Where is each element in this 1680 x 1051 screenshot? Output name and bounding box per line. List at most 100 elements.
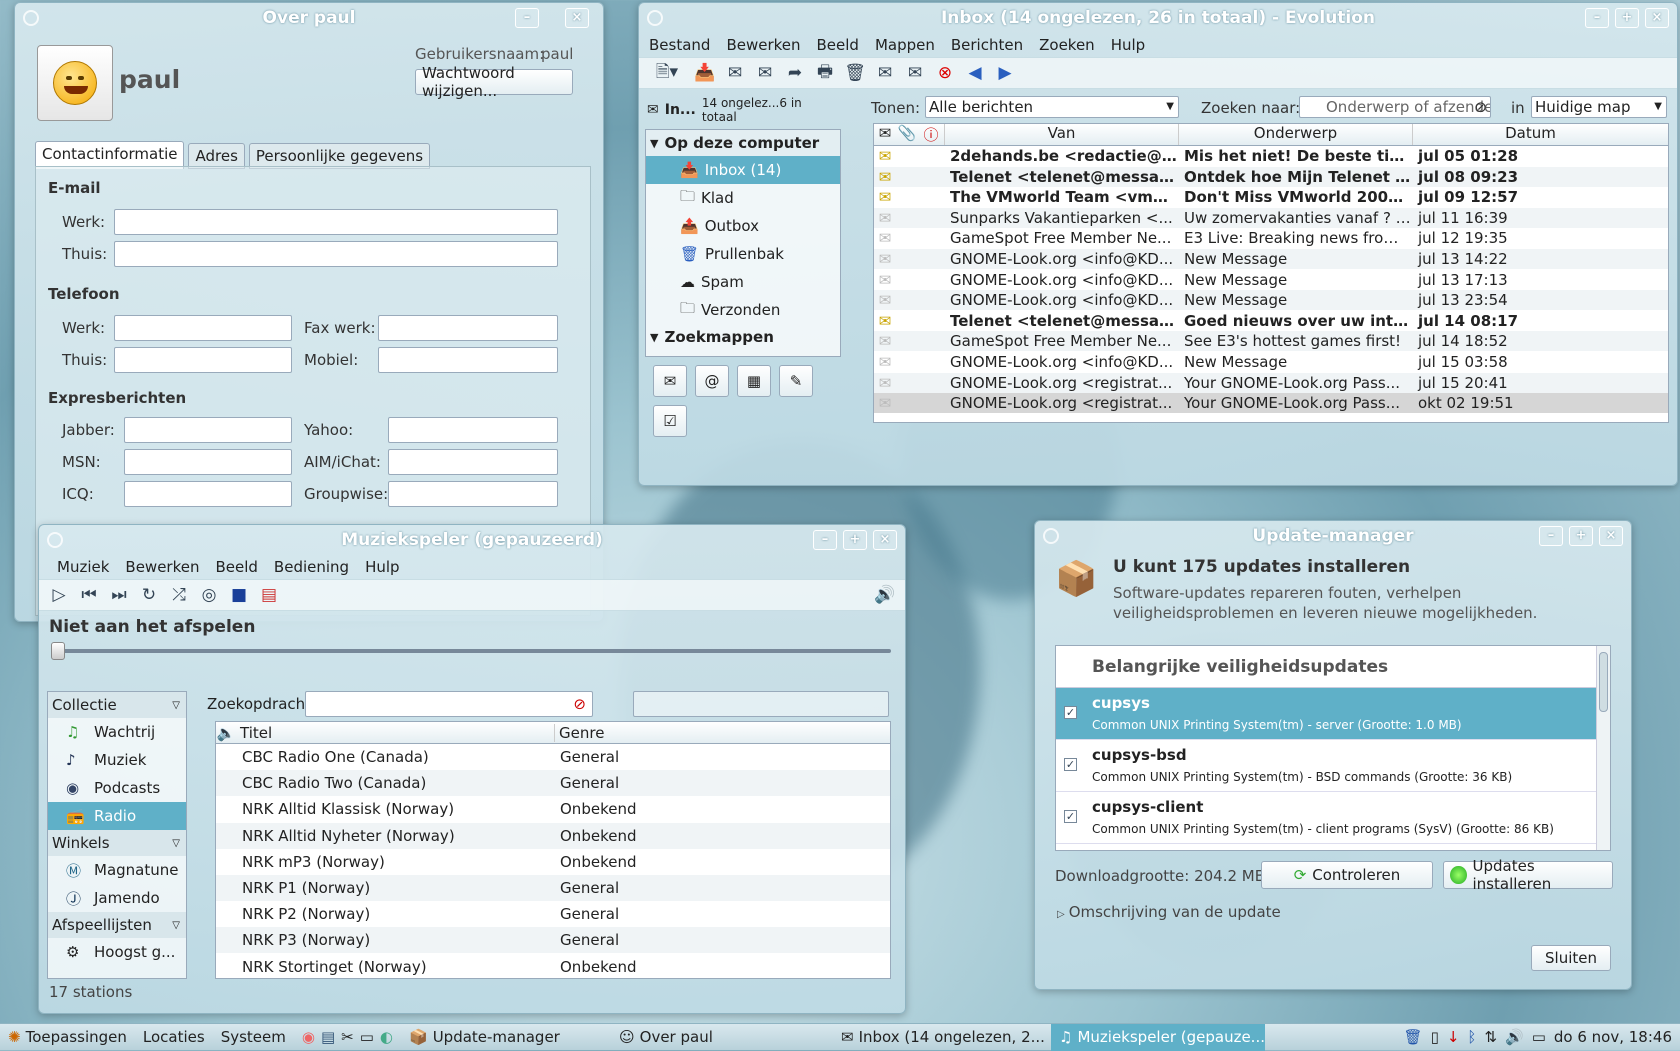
update-checkbox[interactable]: ✓ [1064, 810, 1077, 823]
update-checkbox[interactable]: ✓ [1064, 758, 1077, 771]
minimize-button[interactable]: – [813, 530, 837, 550]
window-menu-icon[interactable] [47, 532, 63, 548]
delete-icon[interactable]: 🗑 [843, 61, 867, 85]
menu-hulp[interactable]: Hulp [357, 558, 407, 576]
attachment-column-icon[interactable]: 📎 [896, 124, 918, 145]
station-row[interactable]: CBC Radio Two (Canada) General [216, 770, 890, 797]
junk-icon[interactable]: ✉ [873, 61, 897, 85]
message-row[interactable]: ✉ Telenet <telenet@messagen... Ontdek hoe … [874, 166, 1668, 187]
message-row[interactable]: ✉ GameSpot Free Member Ne... See E3's hott… [874, 331, 1668, 352]
source-jamendo[interactable]: Ⓙ Jamendo [48, 884, 186, 912]
update-item[interactable]: ✓ cupsys Common UNIX Printing System(tm) -… [1056, 688, 1610, 740]
icq-field[interactable] [124, 481, 292, 507]
playing-column-icon[interactable]: 🔈 [216, 724, 236, 742]
contacts-switch-icon[interactable]: @ [695, 365, 729, 397]
read-envelope-icon[interactable]: ✉ [874, 229, 896, 247]
clock[interactable]: do 6 nov, 18:46 [1554, 1028, 1672, 1046]
playlists-header[interactable]: Afspeellijsten ▽ [48, 912, 186, 938]
volume-icon[interactable]: 🔊 [873, 583, 897, 607]
close-dialog-button[interactable]: Sluiten [1531, 945, 1611, 971]
station-row[interactable]: NRK Alltid Klassisk (Norway) Onbekend [216, 796, 890, 823]
files-icon[interactable]: ▤ [321, 1028, 335, 1046]
menu-zoeken[interactable]: Zoeken [1031, 36, 1103, 54]
source-queue[interactable]: ♫ Wachtrij [48, 718, 186, 746]
phone-home-field[interactable] [114, 347, 292, 373]
change-password-button[interactable]: Wachtwoord wijzigen... [415, 64, 573, 100]
station-row[interactable]: NRK P3 (Norway) General [216, 927, 890, 954]
window-menu-icon[interactable] [1043, 528, 1059, 544]
back-arrow-icon[interactable]: ◀ [963, 61, 987, 85]
read-envelope-icon[interactable]: ✉ [874, 209, 896, 227]
mail-switch-icon[interactable]: ✉ [653, 365, 687, 397]
search-input[interactable]: Onderwerp of afzende ⊘ [1299, 96, 1491, 118]
clear-search-icon[interactable]: ⊘ [573, 695, 586, 713]
minimize-button[interactable]: – [1539, 526, 1563, 546]
update-notify-icon[interactable]: ↓ [1447, 1028, 1460, 1046]
print-icon[interactable]: 🖶 [813, 61, 837, 85]
seek-slider[interactable] [51, 642, 891, 660]
not-junk-icon[interactable]: ✉ [903, 61, 927, 85]
terminal-icon[interactable]: ▭ [360, 1028, 374, 1046]
title-bar[interactable]: Inbox (14 ongelezen, 26 in totaal) - Evo… [639, 3, 1677, 33]
folder-sent[interactable]: 🗀 Verzonden [646, 296, 840, 324]
new-message-icon[interactable]: 🗎▾ [647, 61, 687, 85]
folder-inbox[interactable]: 📥 Inbox (14) [646, 156, 840, 184]
msn-field[interactable] [124, 449, 292, 475]
trash-icon[interactable]: 🗑 [1404, 1028, 1423, 1046]
source-podcasts[interactable]: ◉ Podcasts [48, 774, 186, 802]
title-bar[interactable]: Over paul – × [15, 3, 603, 33]
firefox-icon[interactable]: ◉ [302, 1028, 315, 1046]
close-button[interactable]: × [565, 8, 589, 28]
folder-outbox[interactable]: 📤 Outbox [646, 212, 840, 240]
volume-icon[interactable]: 🔊 [1505, 1028, 1524, 1046]
stores-header[interactable]: Winkels ▽ [48, 830, 186, 856]
menu-bewerken[interactable]: Bewerken [718, 36, 808, 54]
collection-header[interactable]: Collectie ▽ [48, 692, 186, 718]
seek-handle[interactable] [51, 642, 65, 660]
places-menu[interactable]: Locaties [135, 1024, 213, 1051]
task-update-manager[interactable]: 📦 Update-manager [401, 1024, 611, 1051]
update-checkbox[interactable]: ✓ [1064, 706, 1077, 719]
col-subject[interactable]: Onderwerp [1178, 124, 1412, 145]
col-date[interactable]: Datum [1412, 124, 1648, 145]
check-button[interactable]: ⟳ Controleren [1261, 861, 1433, 889]
message-row[interactable]: ✉ GNOME-Look.org <info@KD... New Message ju… [874, 249, 1668, 269]
send-receive-icon[interactable]: 📥 [693, 61, 717, 85]
avatar[interactable] [37, 45, 113, 121]
scope-select[interactable]: Huidige map ▼ [1531, 96, 1667, 118]
menu-beeld[interactable]: Beeld [809, 36, 867, 54]
unread-envelope-icon[interactable]: ✉ [874, 312, 896, 330]
maximize-button[interactable]: + [1615, 8, 1639, 28]
col-from[interactable]: Van [944, 124, 1178, 145]
col-title[interactable]: Titel [236, 724, 554, 742]
tab-contact[interactable]: Contactinformatie [35, 141, 185, 169]
source-radio[interactable]: 📻 Radio [48, 802, 186, 830]
previous-icon[interactable]: ⏮ [77, 583, 101, 607]
folder-trash[interactable]: 🗑 Prullenbak [646, 240, 840, 268]
flag-column-icon[interactable]: ⓘ [918, 124, 944, 145]
station-row[interactable]: CBC Radio One (Canada) General [216, 744, 890, 770]
message-row[interactable]: ✉ GNOME-Look.org <info@KD... New Message ju… [874, 269, 1668, 290]
maximize-button[interactable]: + [1569, 526, 1593, 546]
title-bar[interactable]: Update-manager – + × [1035, 521, 1631, 551]
search-input[interactable]: ⊘ [305, 691, 593, 717]
mobile-field[interactable] [378, 347, 558, 373]
system-menu[interactable]: Systeem [213, 1024, 294, 1051]
update-description-expander[interactable]: ▷ Omschrijving van de update [1057, 903, 1281, 921]
jabber-field[interactable] [124, 417, 292, 443]
col-genre[interactable]: Genre [554, 723, 854, 742]
menu-beeld[interactable]: Beeld [207, 558, 265, 576]
station-row[interactable]: NRK P2 (Norway) General [216, 901, 890, 928]
show-select[interactable]: Alle berichten ▼ [925, 96, 1179, 118]
read-envelope-icon[interactable]: ✉ [874, 271, 896, 289]
menu-hulp[interactable]: Hulp [1103, 36, 1153, 54]
tools-icon[interactable]: ✂ [341, 1028, 354, 1046]
phone-work-field[interactable] [114, 315, 292, 341]
message-row[interactable]: ✉ Sunparks Vakantieparken <... Uw zomervak… [874, 207, 1668, 228]
menu-bediening[interactable]: Bediening [266, 558, 357, 576]
repeat-icon[interactable]: ↻ [137, 583, 161, 607]
playlist-top-rated[interactable]: ⚙ Hoogst g... [48, 938, 186, 966]
station-row[interactable]: NRK Alltid Nyheter (Norway) Onbekend [216, 822, 890, 849]
email-home-field[interactable] [114, 241, 558, 267]
fax-work-field[interactable] [378, 315, 558, 341]
